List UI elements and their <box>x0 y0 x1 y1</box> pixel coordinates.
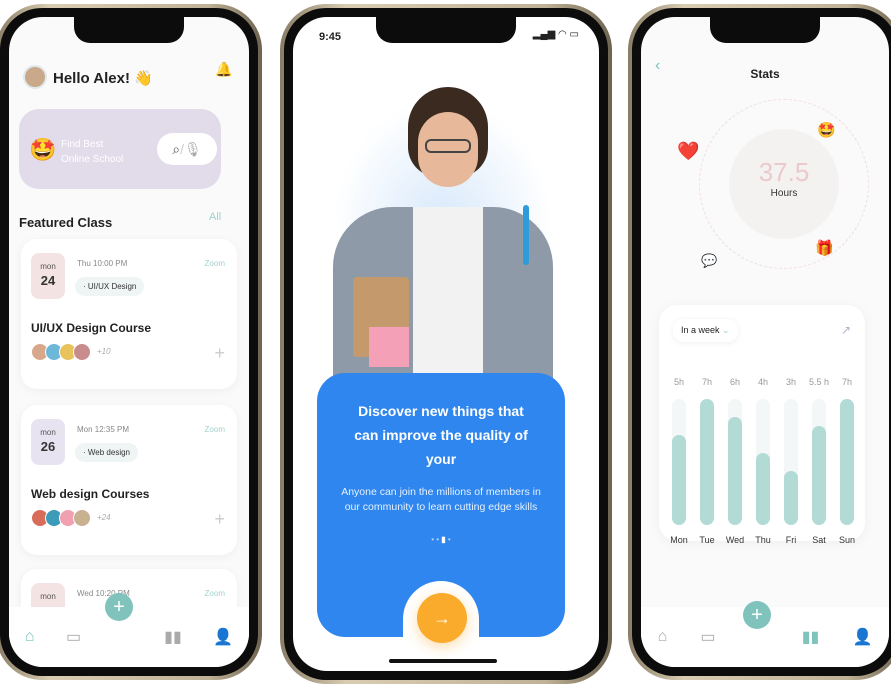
profile-icon[interactable]: 👤 <box>852 627 872 647</box>
status-icons: ▂▄▆ ◠ ▭ <box>532 29 579 40</box>
bar-value-label: 5.5 h <box>808 377 830 387</box>
day-label: Tue <box>699 535 715 545</box>
bar-fri[interactable] <box>784 471 798 525</box>
gift-icon: 🎁 <box>815 240 834 257</box>
heart-icon: ❤️ <box>677 141 700 161</box>
bar-value-label: 7h <box>701 377 712 387</box>
bell-icon[interactable]: 🔔 <box>215 61 232 78</box>
add-button[interactable]: + <box>105 593 133 621</box>
chevron-down-icon: ⌄ <box>722 325 730 335</box>
chat-icon: 💬 <box>701 253 718 268</box>
class-card[interactable]: mon 26 Mon 12:35 PM · Web design Zoom Web… <box>21 405 237 555</box>
hours-label: Hours <box>770 188 798 199</box>
left-phone: Hello Alex! 👋 🔔 🤩 Find Best Online Schoo… <box>0 4 262 680</box>
student-photo <box>323 77 563 407</box>
add-icon[interactable]: + <box>214 343 225 364</box>
class-time: Mon 12:35 PM <box>77 425 130 434</box>
class-card[interactable]: mon 24 Thu 10:00 PM · UI/UX Design Zoom U… <box>21 239 237 389</box>
day-label: Sun <box>838 535 855 545</box>
search-prompt-line2: Online School <box>61 154 124 165</box>
period-select[interactable]: In a week ⌄ <box>673 319 738 342</box>
home-screen: Hello Alex! 👋 🔔 🤩 Find Best Online Schoo… <box>9 17 249 667</box>
notch <box>74 17 184 43</box>
class-title: UI/UX Design Course <box>31 321 152 335</box>
status-time: 9:45 <box>319 31 342 43</box>
screen-title: Stats <box>750 67 780 81</box>
add-icon[interactable]: + <box>214 509 225 530</box>
notch <box>710 17 820 43</box>
bar-mon[interactable] <box>672 435 686 525</box>
platform-label: Zoom <box>204 425 225 434</box>
greeting: Hello Alex! <box>53 70 130 87</box>
bar-value-label: 3h <box>785 377 796 387</box>
attendee-avatars: +24 <box>31 509 111 527</box>
onboarding-screen: 9:45 ▂▄▆ ◠ ▭ Discover new things that ca… <box>293 17 599 671</box>
search-banner[interactable]: 🤩 Find Best Online School ⌕/🎙 <box>19 109 221 189</box>
stats-icon[interactable]: ▮▮ <box>802 627 820 647</box>
add-button[interactable]: + <box>743 601 771 629</box>
search-icon[interactable]: ⌕ <box>172 141 180 157</box>
bar-value-label: 6h <box>729 377 740 387</box>
headline: Discover new things that can improve the… <box>354 403 528 467</box>
bar-value-label: 4h <box>757 377 768 387</box>
class-tag: · UI/UX Design <box>75 277 145 296</box>
notch <box>376 17 516 43</box>
right-phone: ‹ Stats 37.5 Hours ❤️ 🤩 🎁 💬 In a week ⌄ … <box>628 4 891 680</box>
bar-thu[interactable] <box>756 453 770 525</box>
day-label: Mon <box>670 535 688 545</box>
platform-label: Zoom <box>204 589 225 598</box>
hours-value: 37.5 <box>758 157 810 187</box>
search-prompt-line1: Find Best <box>61 139 104 150</box>
featured-title: Featured Class <box>19 215 113 230</box>
star-struck-icon: 🤩 <box>29 137 57 162</box>
description: Anyone can join the millions of members … <box>341 486 541 513</box>
arrow-right-icon: → <box>433 608 451 628</box>
class-tag: · Web design <box>75 443 138 462</box>
avatar[interactable] <box>23 65 47 89</box>
date-badge: mon 26 <box>31 419 65 465</box>
class-time: Thu 10:00 PM <box>77 259 128 268</box>
day-label: Fri <box>785 535 797 545</box>
bar-sun[interactable] <box>840 399 854 525</box>
platform-label: Zoom <box>204 259 225 268</box>
middle-phone: 9:45 ▂▄▆ ◠ ▭ Discover new things that ca… <box>280 4 612 684</box>
day-label: Sat <box>812 535 826 545</box>
stats-icon[interactable]: ▮▮ <box>164 627 182 647</box>
hours-circle: 37.5 Hours <box>729 129 839 239</box>
chart-card: In a week ⌄ ↗ 5h Mon 7h Tue 6h Wed 4h Thu 3h Fri 5… <box>659 305 865 545</box>
page-indicator: • • ▮ • <box>431 535 451 544</box>
all-link[interactable]: All <box>209 211 221 223</box>
bar-value-label: 5h <box>673 377 684 387</box>
bar-value-label: 7h <box>841 377 852 387</box>
star-struck-icon: 🤩 <box>817 122 836 139</box>
home-icon[interactable]: ⌂ <box>25 628 35 646</box>
trend-icon[interactable]: ↗ <box>841 323 851 337</box>
attendee-avatars: +10 <box>31 343 111 361</box>
wave-icon: 👋 <box>134 70 153 87</box>
profile-icon[interactable]: 👤 <box>213 627 233 647</box>
next-button[interactable]: → <box>417 593 467 643</box>
date-badge: mon 24 <box>31 253 65 299</box>
wallet-icon[interactable]: ▭ <box>700 627 715 647</box>
mic-icon[interactable]: 🎙 <box>184 141 202 157</box>
bar-wed[interactable] <box>728 417 742 525</box>
class-title: Web design Courses <box>31 487 150 501</box>
home-indicator <box>389 659 497 663</box>
search-pill[interactable]: ⌕/🎙 <box>157 133 217 165</box>
bar-sat[interactable] <box>812 426 826 525</box>
day-label: Thu <box>755 535 771 545</box>
stats-screen: ‹ Stats 37.5 Hours ❤️ 🤩 🎁 💬 In a week ⌄ … <box>641 17 889 667</box>
bar-tue[interactable] <box>700 399 714 525</box>
wallet-icon[interactable]: ▭ <box>66 627 81 647</box>
home-icon[interactable]: ⌂ <box>658 628 668 646</box>
day-label: Wed <box>725 535 745 545</box>
